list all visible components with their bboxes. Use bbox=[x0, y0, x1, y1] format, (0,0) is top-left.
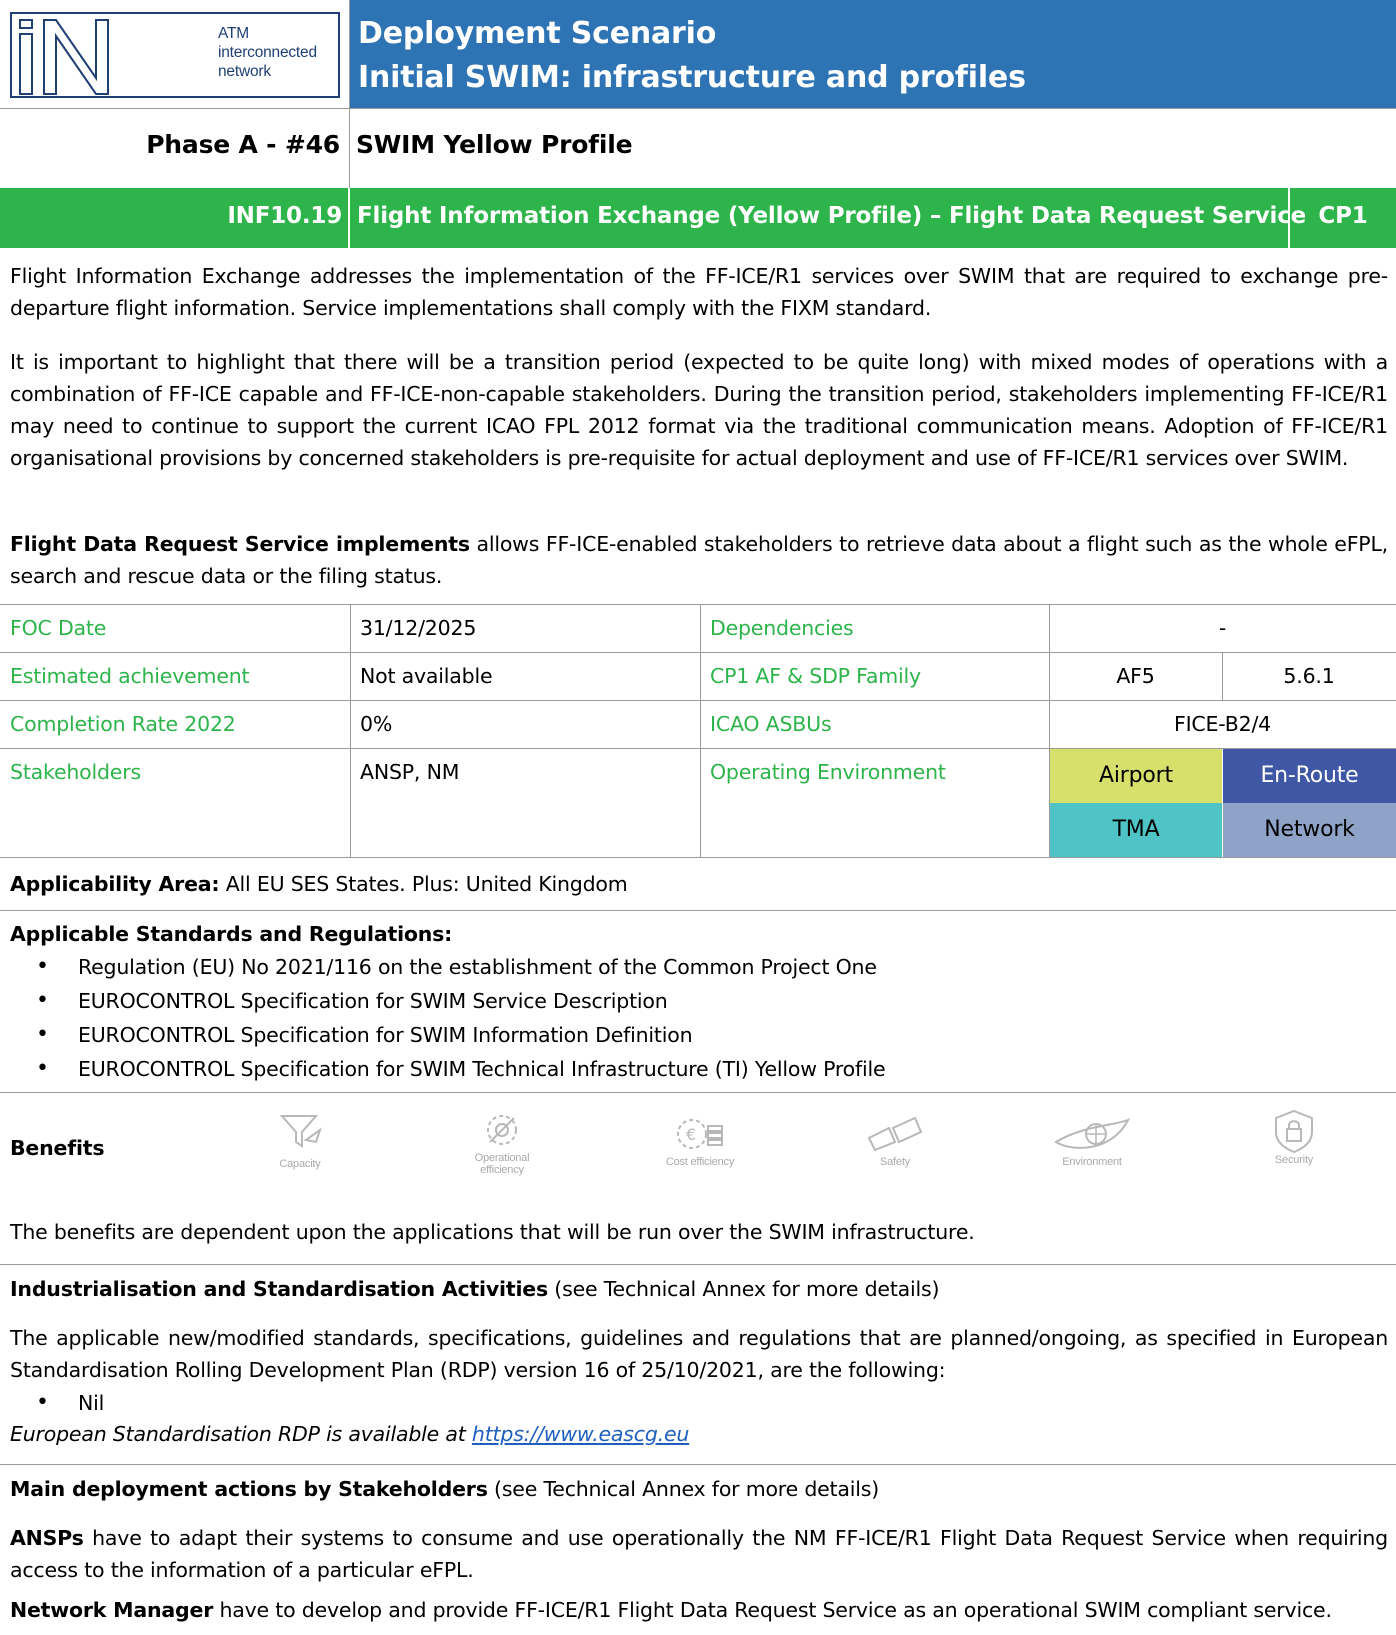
env-tma-badge: TMA bbox=[1050, 803, 1222, 857]
divider bbox=[0, 857, 1396, 858]
applicability-value: All EU SES States. Plus: United Kingdom bbox=[219, 872, 628, 896]
dependencies-value: - bbox=[1218, 616, 1227, 640]
operational-caption-1: Operational bbox=[474, 1152, 530, 1164]
env-network-badge: Network bbox=[1223, 803, 1396, 857]
icao-asbus-label: ICAO ASBUs bbox=[710, 712, 832, 736]
logo-text-line: interconnected bbox=[218, 44, 317, 61]
description-p3-bold: Flight Data Request Service implements bbox=[10, 532, 470, 556]
divider bbox=[0, 700, 1396, 701]
logo-text-line: network bbox=[218, 63, 271, 80]
actions-label-rest: (see Technical Annex for more details) bbox=[487, 1477, 880, 1501]
industrialisation-label-rest: (see Technical Annex for more details) bbox=[547, 1277, 940, 1301]
divider bbox=[0, 1264, 1396, 1265]
logo-text: ATM interconnected network bbox=[218, 24, 317, 81]
cost-efficiency-icon: € Cost efficiency bbox=[650, 1112, 750, 1182]
divider bbox=[0, 1092, 1396, 1093]
completion-rate-value: 0% bbox=[360, 712, 393, 736]
capacity-caption: Capacity bbox=[279, 1158, 321, 1170]
title-line-2: Initial SWIM: infrastructure and profile… bbox=[358, 60, 1026, 95]
environment-icon: Environment bbox=[1042, 1112, 1142, 1182]
divider bbox=[0, 1464, 1396, 1465]
phase-label: Phase A - #46 bbox=[146, 130, 340, 159]
cp1-sdp-value: 5.6.1 bbox=[1283, 664, 1335, 688]
page: ATM interconnected network Deployment Sc… bbox=[0, 0, 1396, 1635]
safety-caption: Safety bbox=[880, 1156, 910, 1168]
list-item: EUROCONTROL Specification for SWIM Infor… bbox=[36, 1018, 885, 1052]
item-band: INF10.19 Flight Information Exchange (Ye… bbox=[0, 188, 1396, 248]
item-code: INF10.19 bbox=[0, 188, 350, 248]
dependencies-label: Dependencies bbox=[710, 616, 854, 640]
env-airport-badge: Airport bbox=[1050, 749, 1222, 803]
svg-text:€: € bbox=[686, 1125, 696, 1144]
list-item: EUROCONTROL Specification for SWIM Techn… bbox=[36, 1052, 886, 1086]
item-cp: CP1 bbox=[1288, 188, 1396, 248]
benefits-label: Benefits bbox=[10, 1136, 105, 1160]
cp1-af-sdp-label: CP1 AF & SDP Family bbox=[710, 664, 921, 688]
benefits-text: The benefits are dependent upon the appl… bbox=[10, 1220, 975, 1244]
industrialisation-list: Nil bbox=[36, 1386, 105, 1420]
divider bbox=[0, 108, 1396, 109]
environment-caption: Environment bbox=[1062, 1156, 1122, 1168]
safety-icon: Safety bbox=[845, 1112, 945, 1182]
phase-profile: SWIM Yellow Profile bbox=[356, 130, 633, 159]
foc-date-value: 31/12/2025 bbox=[360, 616, 477, 640]
title-band: Deployment Scenario Initial SWIM: infras… bbox=[350, 0, 1396, 108]
foc-date-label: FOC Date bbox=[10, 616, 107, 640]
security-icon: Security bbox=[1244, 1108, 1344, 1178]
industrialisation-title: Industrialisation and Standardisation Ac… bbox=[10, 1273, 1388, 1305]
ansp-action: ANSPs have to adapt their systems to con… bbox=[10, 1522, 1388, 1586]
capacity-icon: Capacity bbox=[250, 1112, 350, 1182]
actions-title: Main deployment actions by Stakeholders … bbox=[10, 1473, 1388, 1505]
cp1-af-value: AF5 bbox=[1116, 664, 1155, 688]
in-logo: ATM interconnected network bbox=[6, 6, 340, 104]
description-p3: Flight Data Request Service implements a… bbox=[10, 528, 1388, 592]
standards-list: Regulation (EU) No 2021/116 on the estab… bbox=[36, 950, 886, 1086]
title-line-1: Deployment Scenario bbox=[358, 16, 717, 51]
nm-rest: have to develop and provide FF-ICE/R1 Fl… bbox=[213, 1598, 1332, 1622]
item-title: Flight Information Exchange (Yellow Prof… bbox=[357, 203, 1307, 229]
applicability-area: Applicability Area: All EU SES States. P… bbox=[10, 868, 1388, 900]
rdp-link[interactable]: https://www.eascg.eu bbox=[472, 1422, 689, 1446]
ansp-bold: ANSPs bbox=[10, 1526, 84, 1550]
operating-environment-label: Operating Environment bbox=[710, 760, 946, 784]
divider bbox=[349, 108, 350, 188]
industrialisation-text: The applicable new/modified standards, s… bbox=[10, 1326, 1388, 1382]
description-p1: Flight Information Exchange addresses th… bbox=[10, 264, 1388, 320]
rdp-text: European Standardisation RDP is availabl… bbox=[10, 1422, 472, 1446]
completion-rate-label: Completion Rate 2022 bbox=[10, 712, 236, 736]
estimated-achievement-value: Not available bbox=[360, 664, 493, 688]
industrialisation-label: Industrialisation and Standardisation Ac… bbox=[10, 1277, 548, 1301]
icao-asbus-value: FICE-B2/4 bbox=[1173, 712, 1272, 736]
divider bbox=[0, 910, 1396, 911]
standards-title: Applicable Standards and Regulations: bbox=[10, 918, 1388, 950]
divider bbox=[0, 604, 1396, 605]
nm-bold: Network Manager bbox=[10, 1598, 214, 1622]
operational-caption-2: efficiency bbox=[480, 1164, 524, 1176]
stakeholders-label: Stakeholders bbox=[10, 760, 141, 784]
standards-label: Applicable Standards and Regulations: bbox=[10, 922, 453, 946]
list-item: Nil bbox=[36, 1386, 105, 1420]
logo-letters-icon bbox=[19, 19, 109, 95]
divider bbox=[349, 0, 350, 108]
ansp-rest: have to adapt their systems to consume a… bbox=[10, 1526, 1388, 1582]
estimated-achievement-label: Estimated achievement bbox=[10, 664, 250, 688]
cost-efficiency-caption: Cost efficiency bbox=[665, 1156, 735, 1168]
actions-label: Main deployment actions by Stakeholders bbox=[10, 1477, 488, 1501]
stakeholders-value: ANSP, NM bbox=[360, 760, 460, 784]
list-item: EUROCONTROL Specification for SWIM Servi… bbox=[36, 984, 885, 1018]
operational-efficiency-icon: Operational efficiency bbox=[452, 1108, 552, 1178]
list-item: Regulation (EU) No 2021/116 on the estab… bbox=[36, 950, 885, 984]
divider bbox=[0, 652, 1396, 653]
rdp-note: European Standardisation RDP is availabl… bbox=[10, 1418, 1388, 1450]
phase-row: Phase A - #46 SWIM Yellow Profile bbox=[0, 116, 1396, 180]
security-caption: Security bbox=[1274, 1154, 1314, 1166]
env-enroute-badge: En-Route bbox=[1223, 749, 1396, 803]
nm-action: Network Manager have to develop and prov… bbox=[10, 1594, 1388, 1626]
description-p2: It is important to highlight that there … bbox=[10, 350, 1388, 470]
logo-text-line: ATM bbox=[218, 25, 249, 42]
applicability-label: Applicability Area: bbox=[10, 872, 220, 896]
